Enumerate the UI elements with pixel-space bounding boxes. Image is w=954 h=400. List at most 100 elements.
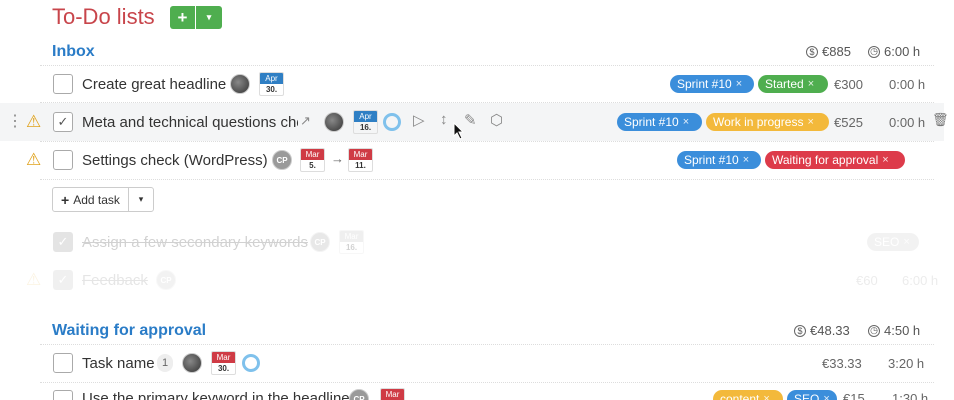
avatar[interactable] xyxy=(324,112,344,132)
date-month: Apr xyxy=(354,111,377,122)
task-name[interactable]: Task name xyxy=(82,355,155,372)
task-hours: 0:00 h xyxy=(889,77,926,92)
cursor-icon xyxy=(453,122,465,140)
progress-ring-icon[interactable] xyxy=(242,354,260,372)
avatar[interactable] xyxy=(182,353,202,373)
due-date[interactable]: Apr 16. xyxy=(353,110,378,134)
tag-close-icon[interactable]: × xyxy=(882,154,888,166)
clock-icon: ◷ xyxy=(868,45,880,58)
add-list-dropdown-button[interactable]: ▾ xyxy=(196,6,222,29)
task-checkbox[interactable]: ✓ xyxy=(53,112,73,132)
task-name[interactable]: Assign a few secondary keywords xyxy=(82,234,308,251)
task-price: €525 xyxy=(834,115,863,130)
avatar[interactable]: CP xyxy=(310,232,330,252)
task-checkbox[interactable] xyxy=(53,353,73,373)
date-month: Mar xyxy=(301,149,324,160)
waiting-title[interactable]: Waiting for approval xyxy=(52,322,206,340)
tag-close-icon[interactable]: × xyxy=(823,393,829,400)
task-checkbox[interactable] xyxy=(53,74,73,94)
drag-handle-icon[interactable]: ⋮ xyxy=(7,111,23,131)
tag-label: SEO xyxy=(794,392,820,400)
tag-close-icon[interactable]: × xyxy=(736,78,742,90)
tag-status[interactable]: Work in progress × xyxy=(706,113,829,131)
completed-task-row[interactable]: ✓ Assign a few secondary keywords CP Mar… xyxy=(0,224,954,260)
date-day: 30. xyxy=(217,364,230,373)
tag-sprint[interactable]: Sprint #10 × xyxy=(677,151,761,169)
task-name[interactable]: Use the primary keyword in the headline xyxy=(82,390,350,400)
task-name[interactable]: Feedback xyxy=(82,272,148,289)
date-arrow: → xyxy=(331,151,344,166)
due-date[interactable]: Apr 30. xyxy=(259,72,284,96)
waiting-time-value: 4:50 h xyxy=(884,323,921,338)
play-icon[interactable]: ▷ xyxy=(413,111,425,129)
tag-label: SEO xyxy=(874,235,900,249)
start-date[interactable]: Mar 5. xyxy=(300,148,325,172)
date-day: 16. xyxy=(345,243,358,252)
tag-close-icon[interactable]: × xyxy=(808,78,814,90)
task-checkbox[interactable]: ✓ xyxy=(53,232,73,252)
task-name[interactable]: Settings check (WordPress) xyxy=(82,152,268,169)
tag-close-icon[interactable]: × xyxy=(903,236,909,248)
tag-label: Waiting for approval xyxy=(772,153,879,167)
avatar[interactable]: CP xyxy=(156,270,176,290)
add-task-dropdown-button[interactable]: ▾ xyxy=(129,194,153,205)
tag-seo[interactable]: SEO × xyxy=(787,390,837,400)
add-task-button[interactable]: + Add task xyxy=(53,188,129,211)
inbox-title[interactable]: Inbox xyxy=(52,43,95,61)
check-icon: ✓ xyxy=(57,234,69,249)
tag-label: Sprint #10 xyxy=(624,115,679,129)
due-date[interactable]: Mar 30. xyxy=(211,351,236,375)
subtask-count-badge: 1 xyxy=(157,354,173,372)
date-month: Mar xyxy=(212,352,235,363)
date-day: 30. xyxy=(265,85,278,94)
add-task-label: Add task xyxy=(73,192,120,207)
task-hours: 1:30 h xyxy=(892,391,929,400)
euro-circle-icon: $ xyxy=(806,45,818,58)
inbox-time-value: 6:00 h xyxy=(884,44,921,59)
page-title: To-Do lists xyxy=(52,4,155,29)
add-list-button[interactable]: + xyxy=(170,6,195,29)
tag-icon[interactable]: ⬡ xyxy=(490,111,503,129)
date-day: 16. xyxy=(359,123,372,132)
tag-close-icon[interactable]: × xyxy=(683,116,689,128)
task-name[interactable]: Meta and technical questions che xyxy=(82,114,298,131)
task-price: €60 xyxy=(856,273,878,288)
date-month: Mar xyxy=(340,231,363,242)
task-price: €300 xyxy=(834,77,863,92)
trash-icon[interactable]: 🗑 xyxy=(932,112,949,128)
tag-status[interactable]: Started × xyxy=(758,75,828,93)
due-date[interactable]: Mar 11. xyxy=(348,148,373,172)
task-name[interactable]: Create great headline xyxy=(82,76,226,93)
avatar[interactable]: CP xyxy=(349,389,369,400)
open-link-icon[interactable]: ↗ xyxy=(300,113,311,129)
tag-seo[interactable]: SEO × xyxy=(867,233,919,251)
tag-sprint[interactable]: Sprint #10 × xyxy=(670,75,754,93)
tag-content[interactable]: content × xyxy=(713,390,783,400)
due-date[interactable]: Mar xyxy=(380,388,405,400)
check-icon: ✓ xyxy=(57,114,69,129)
tag-sprint[interactable]: Sprint #10 × xyxy=(617,113,702,131)
task-checkbox[interactable] xyxy=(53,150,73,170)
inbox-budget-value: €885 xyxy=(822,44,851,59)
avatar[interactable] xyxy=(230,74,250,94)
date-month: Apr xyxy=(260,73,283,84)
edit-icon[interactable]: ✎ xyxy=(464,111,477,129)
completed-task-row[interactable]: ⚠ ✓ Feedback CP €60 6:00 h xyxy=(0,262,954,298)
tag-close-icon[interactable]: × xyxy=(807,116,813,128)
tag-close-icon[interactable]: × xyxy=(763,393,769,400)
due-date[interactable]: Mar 16. xyxy=(339,230,364,254)
date-month: Mar xyxy=(381,389,404,400)
task-checkbox[interactable]: ✓ xyxy=(53,270,73,290)
tag-status[interactable]: Waiting for approval × xyxy=(765,151,905,169)
task-hours: 6:00 h xyxy=(902,273,939,288)
euro-circle-icon: $ xyxy=(794,324,806,337)
progress-ring-icon[interactable] xyxy=(383,113,401,131)
task-checkbox[interactable] xyxy=(53,390,73,400)
move-icon[interactable]: ↕ xyxy=(440,111,448,128)
plus-icon: + xyxy=(61,191,70,208)
inbox-budget: $ €885 xyxy=(806,44,851,59)
tag-close-icon[interactable]: × xyxy=(743,154,749,166)
tag-label: Started xyxy=(765,77,804,91)
avatar[interactable]: CP xyxy=(272,150,292,170)
task-row-partial[interactable]: Use the primary keyword in the headline … xyxy=(0,388,954,400)
